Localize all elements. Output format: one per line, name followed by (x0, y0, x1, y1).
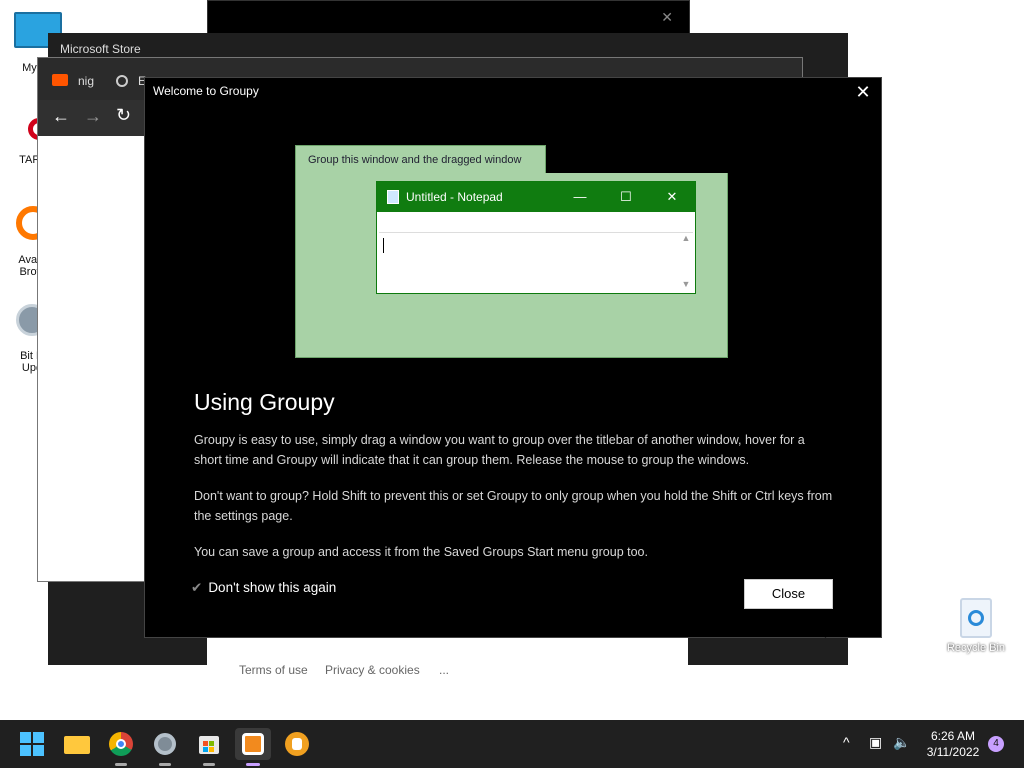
menu-help: Help (541, 216, 566, 230)
background-footer: Terms of use Privacy & cookies ... (207, 637, 688, 684)
chevron-up-icon: ▲ (681, 233, 691, 243)
menu-file: File (384, 216, 404, 230)
running-indicator (115, 763, 127, 766)
terms-link[interactable]: Terms of use (239, 663, 308, 677)
shift-info-paragraph: Don't want to group? Hold Shift to preve… (194, 489, 833, 523)
window-title: Microsoft Store (60, 42, 141, 56)
privacy-link[interactable]: Privacy & cookies (325, 663, 420, 677)
notepad-preview-window: Untitled - Notepad — ☐ ✕ File Edit Forma… (376, 181, 696, 294)
instructions-paragraph: Groupy is easy to use, simply drag a win… (194, 433, 805, 467)
menu-format: Format (450, 216, 489, 230)
taskbar: ^ ▣ 🔈 6:26 AM 3/11/2022 (0, 720, 1024, 768)
close-icon[interactable]: ✕ (851, 80, 875, 104)
microsoft-store-icon[interactable] (193, 728, 225, 760)
soundcloud-icon (52, 74, 68, 86)
browser-tab-label[interactable]: nig (78, 74, 94, 88)
running-indicator (203, 763, 215, 766)
saved-groups-paragraph: You can save a group and access it from … (194, 545, 648, 559)
notepad-text-area: ▲ ▼ (379, 232, 693, 291)
checkbox-label: Don't show this again (208, 580, 337, 595)
notepad-menubar: File Edit Format View Help (377, 212, 695, 232)
volume-icon[interactable]: 🔈 (893, 734, 910, 751)
notepad-icon (387, 190, 399, 204)
minimize-icon: — (573, 189, 587, 204)
notification-badge[interactable]: 4 (988, 736, 1004, 752)
notepad-titlebar: Untitled - Notepad — ☐ ✕ (377, 182, 695, 212)
section-heading: Using Groupy (194, 389, 335, 415)
group-preview-tab: Group this window and the dragged window (295, 145, 546, 173)
more-options[interactable]: ... (439, 663, 449, 677)
menu-edit: Edit (415, 216, 436, 230)
forward-arrow-icon[interactable]: → (84, 106, 102, 127)
clock[interactable]: 6:26 AM 3/11/2022 (918, 728, 988, 760)
recycle-bin-icon (960, 598, 992, 638)
file-explorer-icon[interactable] (61, 728, 93, 760)
notepad-title: Untitled - Notepad (406, 190, 503, 204)
close-icon[interactable]: ✕ (661, 9, 673, 26)
checkmark-icon: ✔ (191, 580, 203, 595)
network-icon[interactable]: ▣ (869, 734, 882, 751)
globe-icon (116, 75, 128, 87)
clock-date: 3/11/2022 (926, 745, 980, 759)
groupy-icon[interactable] (235, 728, 271, 760)
active-indicator (246, 763, 260, 766)
text-caret (383, 238, 384, 253)
chrome-icon[interactable] (105, 728, 137, 760)
dont-show-again-checkbox[interactable]: ✔ Don't show this again (191, 580, 336, 596)
chevron-down-icon: ▼ (681, 279, 691, 289)
menu-view: View (502, 216, 528, 230)
maximize-icon: ☐ (620, 189, 632, 204)
recycle-bin-label: Recycle Bin (946, 642, 1006, 654)
scrollbar: ▲ ▼ (679, 233, 693, 291)
groupy-welcome-dialog: Welcome to Groupy ✕ Group this window an… (144, 77, 882, 638)
close-button[interactable]: Close (744, 579, 833, 609)
desktop-icon-recycle-bin[interactable]: Recycle Bin (940, 598, 1012, 654)
close-icon: ✕ (666, 189, 678, 204)
running-indicator (159, 763, 171, 766)
back-arrow-icon[interactable]: ← (52, 106, 70, 127)
windows-start-icon[interactable] (16, 728, 48, 760)
dialog-title: Welcome to Groupy (153, 84, 259, 98)
reload-icon[interactable]: ↻ (116, 105, 131, 126)
settings-icon[interactable] (149, 728, 181, 760)
avast-secure-browser-icon[interactable] (281, 728, 313, 760)
background-window-top[interactable]: ✕ (207, 0, 690, 35)
tray-chevron-icon[interactable]: ^ (843, 734, 850, 750)
clock-time: 6:26 AM (930, 729, 976, 743)
